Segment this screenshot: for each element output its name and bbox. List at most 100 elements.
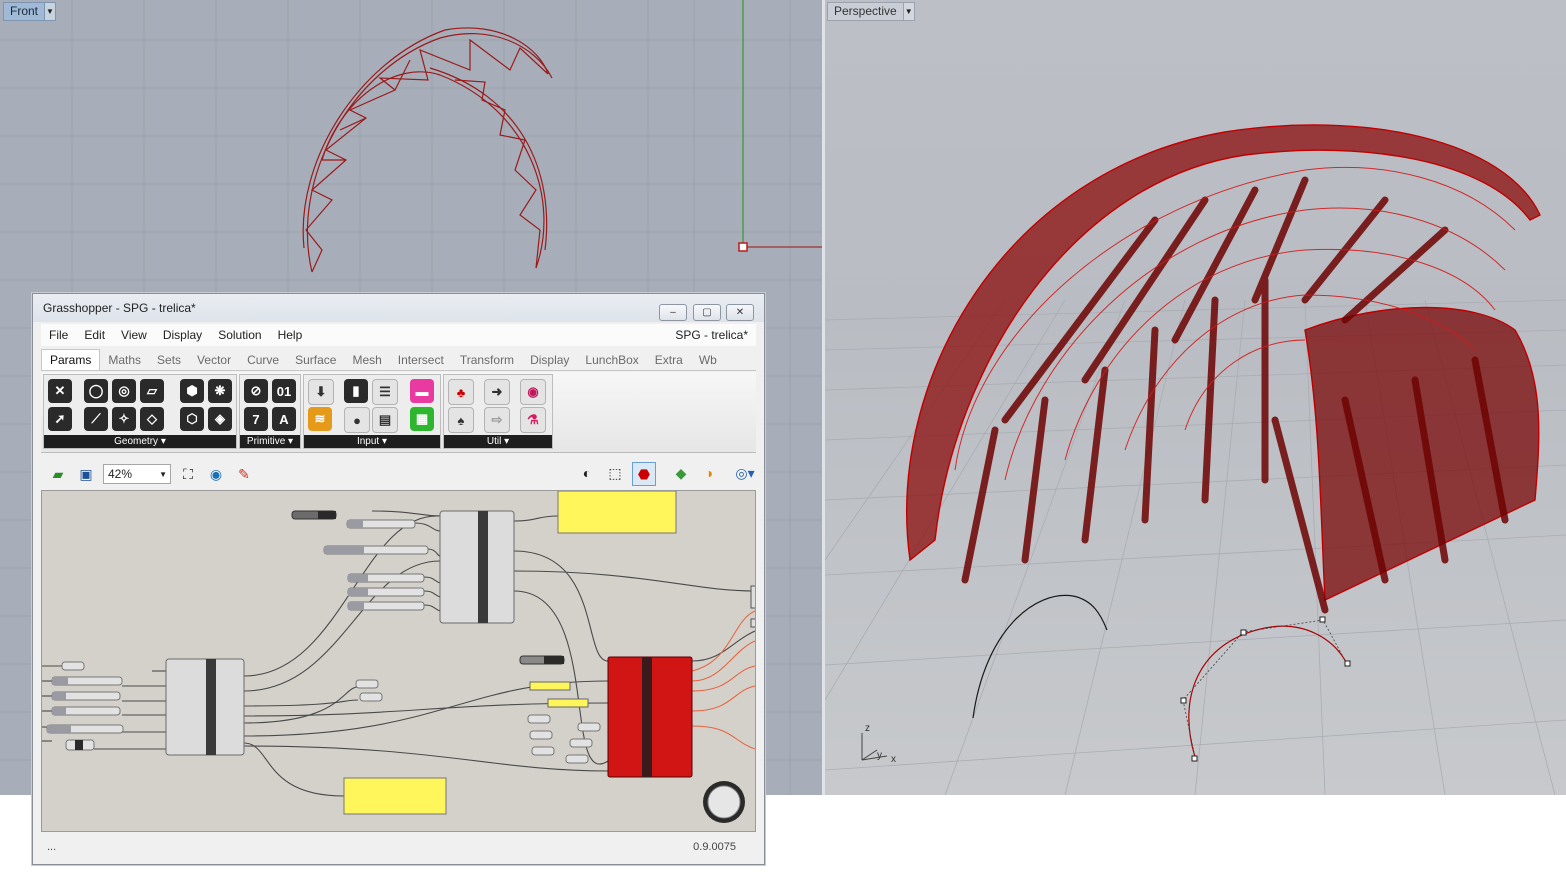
tab-params[interactable]: Params xyxy=(41,349,101,370)
point-param-icon[interactable]: ✧ xyxy=(112,407,136,431)
tab-extra[interactable]: Extra xyxy=(647,353,691,370)
chevron-down-icon[interactable]: ▼ xyxy=(903,2,915,21)
tab-maths[interactable]: Maths xyxy=(100,353,149,370)
cherry-picker-icon[interactable]: ♣ xyxy=(448,379,474,405)
flask-icon[interactable]: ⚗ xyxy=(520,407,546,433)
expand-icon[interactable]: ▾ xyxy=(504,436,509,447)
tab-sets[interactable]: Sets xyxy=(149,353,189,370)
selected-preview-icon[interactable]: ◆ xyxy=(670,462,692,484)
document-name[interactable]: SPG - trelica* xyxy=(675,328,756,342)
perspective-shell xyxy=(906,124,1541,602)
zoom-extents-icon[interactable]: ⛶ xyxy=(177,463,199,485)
tab-intersect[interactable]: Intersect xyxy=(390,353,452,370)
tab-surface[interactable]: Surface xyxy=(287,353,344,370)
profile-curve-black xyxy=(972,594,1108,719)
document-preview-settings-icon[interactable]: ◎▾ xyxy=(734,462,756,484)
panel-note xyxy=(343,777,447,815)
shaded-preview-icon[interactable]: ⬣ xyxy=(632,462,656,486)
axis-label-y: y xyxy=(877,750,882,761)
galapagos-icon[interactable]: ◉ xyxy=(520,379,546,405)
number-param-icon[interactable]: 7 xyxy=(244,407,268,431)
chevron-down-icon: ▼ xyxy=(159,469,167,479)
tree-icon[interactable]: ♠ xyxy=(448,407,474,433)
hollow-arrow-icon[interactable]: ⇨ xyxy=(484,407,510,433)
toggle-icon[interactable]: ▮ xyxy=(344,379,368,403)
chevron-down-icon[interactable]: ▼ xyxy=(45,2,57,21)
perspective-viewport-label[interactable]: Perspective ▼ xyxy=(827,2,915,21)
gradient-icon[interactable]: ▬ xyxy=(410,379,434,403)
status-bar: ... 0.9.0075 xyxy=(41,836,756,858)
line-param-icon[interactable]: ⟋ xyxy=(84,407,108,431)
panel-note xyxy=(557,491,677,534)
tab-display[interactable]: Display xyxy=(522,353,577,370)
menu-solution[interactable]: Solution xyxy=(210,328,269,342)
save-file-icon[interactable]: ▣ xyxy=(75,463,97,485)
grasshopper-canvas[interactable] xyxy=(41,490,756,832)
panel-icon[interactable]: ▤ xyxy=(372,407,398,433)
panel-name[interactable]: Geometry ▾ xyxy=(44,435,236,448)
geometry-param-icon[interactable]: ⬡ xyxy=(180,407,204,431)
curve-param-icon[interactable]: ◎ xyxy=(112,379,136,403)
expand-icon[interactable]: ▾ xyxy=(161,436,166,447)
perspective-viewport[interactable]: z y x Perspective ▼ xyxy=(825,0,1566,795)
viewport-name[interactable]: Perspective xyxy=(827,2,904,21)
panel-name[interactable]: Primitive ▾ xyxy=(240,435,300,448)
circle-param-icon[interactable]: ◯ xyxy=(84,379,108,403)
menu-edit[interactable]: Edit xyxy=(76,328,113,342)
profile-curve-red xyxy=(1188,625,1348,758)
expand-icon[interactable]: ▾ xyxy=(382,436,387,447)
open-file-icon[interactable]: ▰ xyxy=(47,463,69,485)
menu-view[interactable]: View xyxy=(113,328,155,342)
panel-name[interactable]: Input ▾ xyxy=(304,435,440,448)
value-list-icon[interactable]: ☰ xyxy=(372,379,398,405)
image-sampler-icon[interactable]: ▦ xyxy=(410,407,434,431)
tab-curve[interactable]: Curve xyxy=(239,353,287,370)
zoom-select[interactable]: 42% ▼ xyxy=(103,464,171,484)
axis-label-x: x xyxy=(891,754,896,765)
vector-param-icon[interactable]: ➚ xyxy=(48,407,72,431)
grasshopper-window[interactable]: Grasshopper - SPG - trelica* – ▢ ✕ File … xyxy=(32,293,765,865)
error-component xyxy=(607,656,693,778)
node-graph xyxy=(42,491,755,823)
panel-util: ♣ ➜ ◉ ♠ ⇨ ⚗ Util ▾ xyxy=(443,374,553,449)
mesh-param-icon[interactable]: ❋ xyxy=(208,379,232,403)
plane-param-icon[interactable]: ◇ xyxy=(140,407,164,431)
expand-icon[interactable]: ▾ xyxy=(288,436,293,447)
front-viewport-label[interactable]: Front ▼ xyxy=(3,2,57,21)
boolean-param-icon[interactable]: ⊘ xyxy=(244,379,268,403)
maximize-button[interactable]: ▢ xyxy=(693,304,721,321)
text-param-icon[interactable]: A xyxy=(272,407,296,431)
component-tabs: Params Maths Sets Vector Curve Surface M… xyxy=(41,348,756,371)
tab-vector[interactable]: Vector xyxy=(189,353,239,370)
surface-param-icon[interactable]: ▱ xyxy=(140,379,164,403)
relay-arrow-icon[interactable]: ➜ xyxy=(484,379,510,405)
tab-lunchbox[interactable]: LunchBox xyxy=(577,353,646,370)
axis-widget xyxy=(861,733,888,761)
graph-mapper-icon[interactable]: ≋ xyxy=(308,407,332,431)
sketch-pen-icon[interactable]: ✎ xyxy=(233,463,255,485)
button-icon[interactable]: ● xyxy=(344,407,370,433)
tab-transform[interactable]: Transform xyxy=(452,353,522,370)
wireframe-preview-icon[interactable]: ⬚ xyxy=(604,462,626,484)
brep-param-icon[interactable]: ⬢ xyxy=(180,379,204,403)
tab-mesh[interactable]: Mesh xyxy=(344,353,389,370)
import-icon[interactable]: ⬇ xyxy=(308,379,334,405)
field-param-icon[interactable]: ◈ xyxy=(208,407,232,431)
box-param-icon[interactable]: ✕ xyxy=(48,379,72,403)
viewport-name[interactable]: Front xyxy=(3,2,46,21)
preview-eye-icon[interactable]: ◉ xyxy=(205,463,227,485)
panel-input: ⬇ ▮ ☰ ▬ ≋ ● ▤ ▦ Input ▾ xyxy=(303,374,441,449)
tab-wb[interactable]: Wb xyxy=(691,353,725,370)
close-button[interactable]: ✕ xyxy=(726,304,754,321)
window-title-bar[interactable]: Grasshopper - SPG - trelica* xyxy=(33,294,764,322)
menu-help[interactable]: Help xyxy=(270,328,311,342)
minimize-button[interactable]: – xyxy=(659,304,687,321)
version-label: 0.9.0075 xyxy=(693,841,736,853)
panel-name[interactable]: Util ▾ xyxy=(444,435,552,448)
material-icon[interactable]: ◑ xyxy=(698,462,720,484)
menu-bar: File Edit View Display Solution Help SPG… xyxy=(41,324,756,346)
integer-param-icon[interactable]: 01 xyxy=(272,379,296,403)
preview-off-icon[interactable]: ◐ xyxy=(576,462,598,484)
menu-display[interactable]: Display xyxy=(155,328,210,342)
menu-file[interactable]: File xyxy=(41,328,76,342)
